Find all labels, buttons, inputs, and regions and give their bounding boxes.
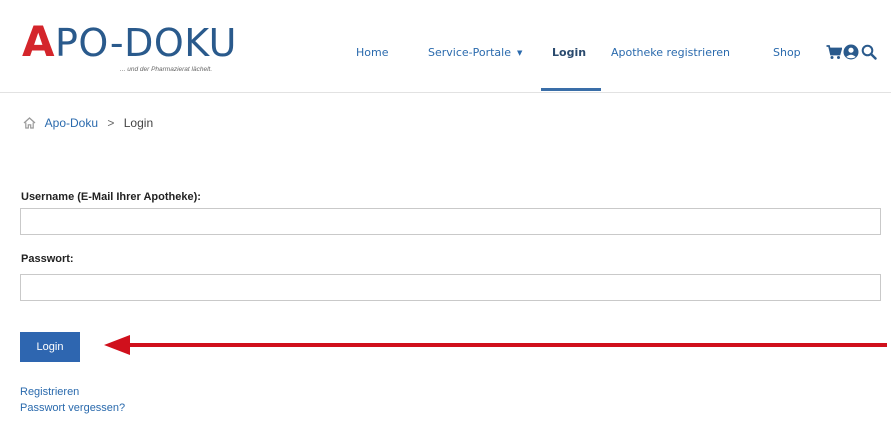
nav-login-label: Login	[552, 46, 587, 59]
breadcrumb: Apo-Doku > Login	[23, 116, 153, 132]
logo-rest: PO-DOKU	[55, 21, 237, 65]
home-icon[interactable]	[23, 117, 36, 132]
logo-a-letter: A	[22, 17, 56, 66]
nav-shop-label: Shop	[773, 46, 801, 59]
nav-active-underline	[541, 88, 601, 91]
login-button[interactable]: Login	[20, 332, 80, 362]
logo-tagline: ... und der Pharmazierat lächelt.	[120, 66, 213, 73]
nav-service-portale[interactable]: Service-Portale ▼	[428, 46, 522, 60]
forgot-password-link[interactable]: Passwort vergessen?	[20, 402, 125, 414]
cart-icon[interactable]	[826, 44, 843, 65]
username-label: Username (E-Mail Ihrer Apotheke):	[21, 191, 201, 203]
username-field[interactable]	[20, 208, 881, 235]
password-label: Passwort:	[21, 253, 74, 265]
nav-shop[interactable]: Shop	[773, 46, 801, 60]
user-icon[interactable]	[843, 44, 859, 65]
site-header: APO-DOKU ... und der Pharmazierat lächel…	[0, 0, 891, 93]
search-icon[interactable]	[861, 44, 877, 65]
nav-service-portale-label: Service-Portale	[428, 46, 511, 59]
logo-wordmark: APO-DOKU	[22, 21, 237, 65]
nav-home[interactable]: Home	[356, 46, 388, 60]
nav-login[interactable]: Login	[552, 46, 586, 60]
annotation-arrow	[104, 334, 889, 361]
nav-apotheke-registrieren[interactable]: Apotheke registrieren	[611, 46, 730, 60]
register-link[interactable]: Registrieren	[20, 386, 79, 398]
nav-home-label: Home	[356, 46, 389, 59]
password-field[interactable]	[20, 274, 881, 301]
breadcrumb-home-link[interactable]: Apo-Doku	[45, 116, 98, 130]
chevron-down-icon: ▼	[517, 49, 523, 57]
breadcrumb-separator: >	[107, 116, 115, 130]
breadcrumb-current: Login	[123, 116, 154, 130]
nav-apotheke-registrieren-label: Apotheke registrieren	[611, 46, 731, 59]
logo[interactable]: APO-DOKU ... und der Pharmazierat lächel…	[22, 21, 237, 74]
